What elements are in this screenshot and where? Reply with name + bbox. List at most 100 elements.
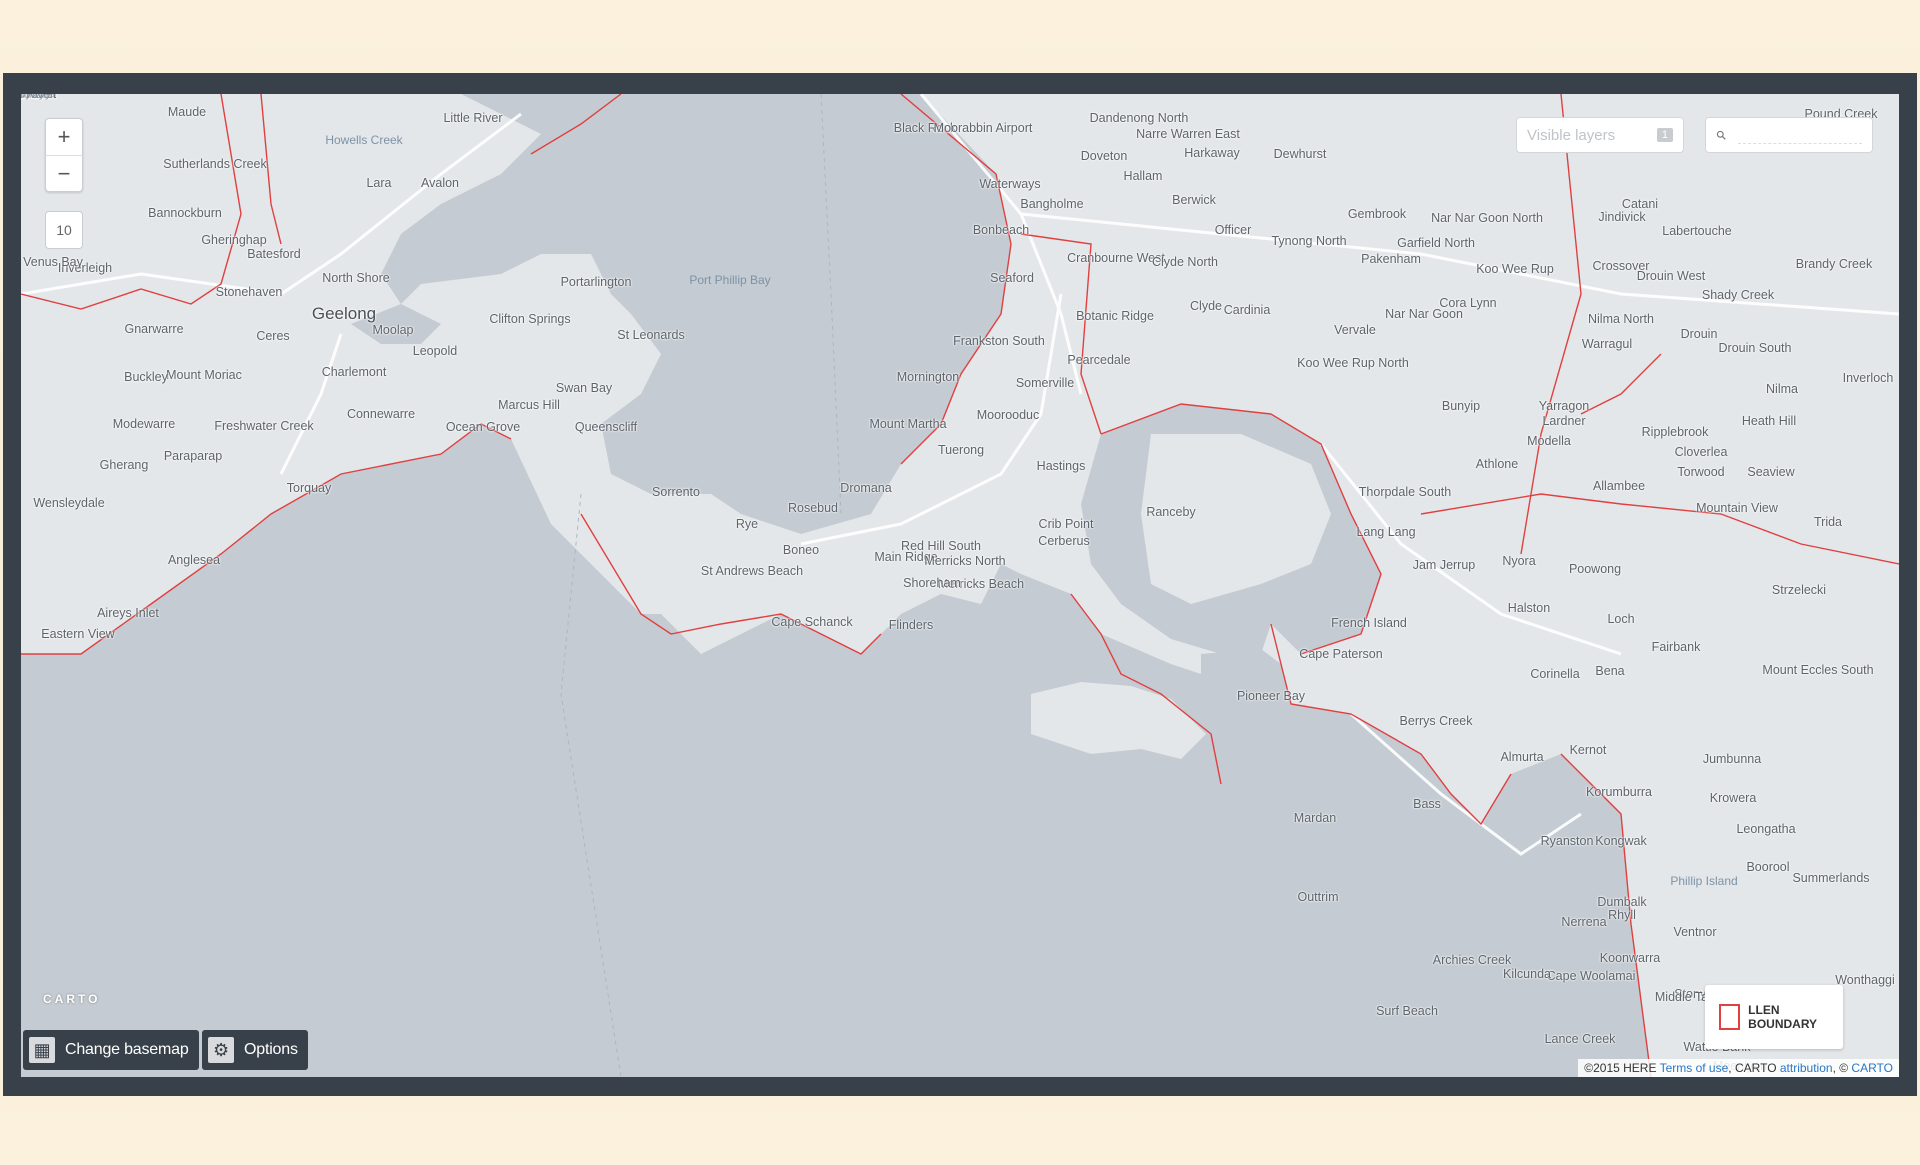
place-label: Bena [1595, 664, 1625, 678]
carto-attribution-link[interactable]: attribution [1780, 1061, 1833, 1075]
place-label: North Shore [322, 271, 390, 285]
place-label: Jam Jerrup [1412, 558, 1476, 572]
place-label: Jindivick [1598, 210, 1646, 224]
search-box[interactable] [1705, 117, 1873, 153]
place-label: Koo Wee Rup North [1297, 356, 1409, 370]
place-label: Koo Wee Rup [1476, 262, 1554, 276]
zoom-in-button[interactable]: + [46, 119, 82, 156]
place-label: Waterways [979, 177, 1041, 191]
place-label: Flinders [888, 618, 934, 632]
place-label: Sutherlands Creek [163, 157, 267, 171]
visible-layers-label: Visible layers [1527, 126, 1616, 144]
place-label: Botanic Ridge [1076, 309, 1154, 323]
place-label: Moorabbin Airport [933, 121, 1033, 135]
place-label: Ranceby [1146, 505, 1196, 519]
place-label: Shady Creek [1701, 288, 1775, 302]
place-label: Thorpdale South [1358, 485, 1452, 499]
place-label: Sorrento [652, 485, 700, 499]
place-label: Port Phillip Bay [689, 273, 771, 287]
place-label: Clyde North [1152, 255, 1218, 269]
place-label: St Andrews Beach [700, 564, 804, 578]
place-label: Batesford [247, 247, 301, 261]
place-label: Gherang [99, 458, 149, 472]
place-label: Dewhurst [1273, 147, 1327, 161]
place-label: Catani [1621, 197, 1659, 211]
place-label: Pearcedale [1067, 353, 1131, 367]
place-label: Venus Bay [23, 255, 83, 269]
place-label: Avalon [421, 176, 459, 190]
attribution-sep: , © [1832, 1061, 1852, 1075]
carto-logo: CARTO [43, 992, 101, 1006]
place-label: Bonbeach [972, 223, 1030, 237]
place-label: Strzelecki [1771, 583, 1827, 597]
gear-icon: ⚙ [208, 1037, 234, 1063]
place-label: Pakenham [1361, 252, 1421, 266]
place-label: Charlemont [321, 365, 387, 379]
place-label: Gnarwarre [124, 322, 184, 336]
terms-of-use-link[interactable]: Terms of use [1660, 1061, 1729, 1075]
place-label: Mount Moriac [166, 368, 242, 382]
place-label: Swan Bay [555, 381, 613, 395]
place-label: Nar Nar Goon North [1431, 211, 1543, 225]
place-label: Koonwarra [1599, 951, 1661, 965]
legend-label: LLEN BOUNDARY [1748, 1003, 1818, 1031]
place-label: Eastern View [41, 627, 115, 641]
change-basemap-label: Change basemap [65, 1041, 189, 1058]
place-label: Yarragon [1538, 399, 1590, 413]
place-label: Portarlington [560, 275, 632, 289]
options-button[interactable]: ⚙ Options [202, 1030, 308, 1070]
place-label: Mornington [896, 370, 960, 384]
place-label: Modewarre [112, 417, 176, 431]
place-label: Ripplebrook [1641, 425, 1709, 439]
place-label: Rhyll [1608, 908, 1636, 922]
place-label: Connewarre [346, 407, 416, 421]
map-canvas[interactable]: Maude Little River Howells Creek Sutherland… [21, 94, 1899, 1077]
place-label: Tarwin River [21, 94, 55, 101]
place-label: Leopold [412, 344, 458, 358]
place-label: Wonthaggi [1835, 973, 1895, 987]
place-label: Phillip Island [1670, 874, 1738, 888]
basemap-icon: ▦ [29, 1037, 55, 1063]
place-label: Bannockburn [148, 206, 222, 220]
place-label: Garfield North [1397, 236, 1475, 250]
place-label: Frankston South [953, 334, 1045, 348]
place-label: Trida [1813, 515, 1843, 529]
place-label: Athlone [1475, 457, 1519, 471]
attribution: ©2015 HERE Terms of use, CARTO attributi… [1578, 1059, 1899, 1077]
place-label: Dandenong North [1089, 111, 1189, 125]
change-basemap-button[interactable]: ▦ Change basemap [23, 1030, 199, 1070]
place-label: Anglesea [167, 553, 221, 567]
place-label: Rosebud [787, 501, 839, 515]
place-label: Cloverlea [1674, 445, 1728, 459]
place-label: Tynong North [1271, 234, 1347, 248]
search-input[interactable] [1738, 126, 1862, 144]
visible-layers-button[interactable]: Visible layers 1 [1516, 117, 1684, 153]
place-label: Inverloch [1842, 371, 1894, 385]
search-icon [1716, 130, 1726, 140]
place-label: Krowera [1709, 791, 1757, 805]
place-label: Hallam [1123, 169, 1163, 183]
place-label: Lang Lang [1356, 525, 1416, 539]
place-label: Summerlands [1792, 871, 1870, 885]
place-label: Clyde [1190, 299, 1222, 313]
place-label: Merricks North [924, 554, 1006, 568]
place-label: Cape Paterson [1299, 647, 1383, 661]
place-label: Bunyip [1441, 399, 1481, 413]
place-label: Narre Warren East [1136, 127, 1240, 141]
place-label: Tuerong [937, 443, 985, 457]
carto-link[interactable]: CARTO [1851, 1061, 1893, 1075]
attribution-prefix: ©2015 HERE [1584, 1061, 1660, 1075]
place-label: Mount Eccles South [1762, 663, 1874, 677]
place-label: Paraparap [163, 449, 223, 463]
place-label: Doveton [1080, 149, 1128, 163]
place-label: Drouin South [1718, 341, 1792, 355]
place-label: Stonehaven [215, 285, 283, 299]
zoom-out-button[interactable]: − [46, 156, 82, 192]
place-label: Poowong [1568, 562, 1622, 576]
place-label: Cape Woolamai [1546, 969, 1636, 983]
place-label: Boneo [782, 543, 820, 557]
zoom-level-indicator: 10 [45, 211, 83, 249]
place-label: Korumburra [1586, 785, 1652, 799]
place-label: Modella [1527, 434, 1571, 448]
place-label: Heath Hill [1741, 414, 1797, 428]
